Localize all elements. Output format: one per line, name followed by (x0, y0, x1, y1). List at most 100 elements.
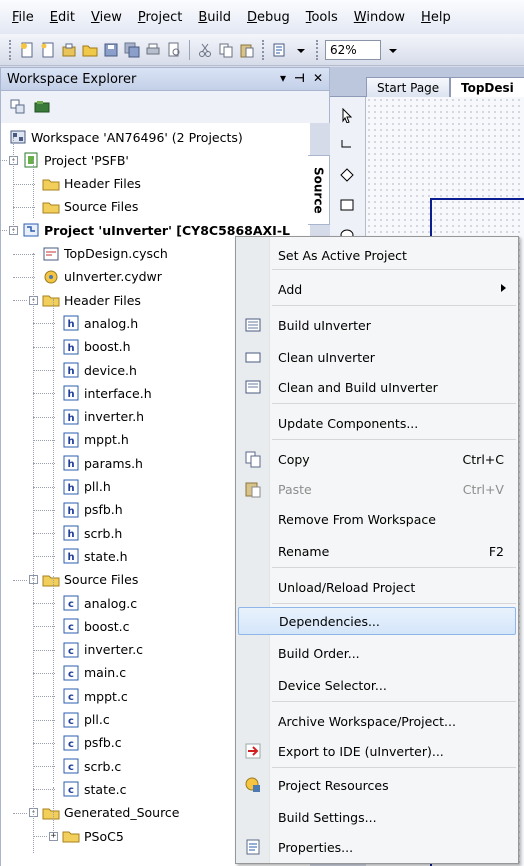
menu-unload-reload-project[interactable]: Unload/Reload Project (238, 573, 516, 601)
menu-clean-and-build[interactable]: Clean and Build uInverter (238, 373, 516, 401)
tree-header-files[interactable]: - Header Files (29, 290, 141, 310)
tree-source-file[interactable]: c boost.c (49, 616, 130, 636)
toolbar-grip-3[interactable] (316, 39, 319, 60)
menu-update-components[interactable]: Update Components... (238, 409, 516, 437)
zoom-dropdown-icon[interactable] (384, 41, 402, 59)
toolbar-grip-2[interactable] (262, 39, 265, 60)
c-icon: c (62, 688, 80, 704)
tree-project-psfb[interactable]: - Project 'PSFB' (9, 150, 129, 170)
menu-remove-from-workspace[interactable]: Remove From Workspace (238, 505, 516, 533)
pointer-tool-icon[interactable] (335, 103, 359, 127)
menu-help[interactable]: Help (413, 10, 459, 25)
menu-file[interactable]: File (4, 10, 42, 25)
save-icon[interactable] (102, 41, 120, 59)
tree-source-file[interactable]: c analog.c (49, 593, 137, 613)
menu-window[interactable]: Window (346, 10, 413, 25)
add-item-icon[interactable] (60, 41, 78, 59)
tree-header-file[interactable]: h interface.h (49, 383, 152, 403)
tree-source-file[interactable]: c main.c (49, 663, 126, 683)
new-file-icon[interactable] (39, 41, 57, 59)
tree-psoc5[interactable]: + PSoC5 (49, 826, 124, 846)
pin-icon[interactable]: ⊣ (294, 71, 305, 85)
tree-header-file[interactable]: h inverter.h (49, 407, 144, 427)
expander-icon[interactable]: + (49, 831, 58, 841)
collapse-all-icon[interactable] (9, 98, 27, 116)
tree-source-file[interactable]: c inverter.c (49, 640, 143, 660)
submenu-arrow-icon (501, 284, 506, 292)
rectangle-tool-icon[interactable] (335, 193, 359, 217)
tree-header-file[interactable]: h mppt.h (49, 430, 129, 450)
menu-debug[interactable]: Debug (239, 10, 298, 25)
menu-edit[interactable]: Edit (42, 10, 83, 25)
c-icon: c (62, 618, 80, 634)
tree-workspace[interactable]: Workspace 'AN76496' (2 Projects) (9, 127, 243, 147)
tree-source-file[interactable]: c psfb.c (49, 733, 122, 753)
menu-copy[interactable]: Copy Ctrl+C (238, 445, 516, 473)
zoom-combo[interactable]: 62% (325, 39, 381, 60)
menu-build-uinverter[interactable]: Build uInverter (238, 311, 516, 339)
tree-header-file[interactable]: h state.h (49, 546, 128, 566)
menu-project-resources[interactable]: Project Resources (238, 771, 516, 799)
menu-properties[interactable]: Properties... (238, 833, 516, 861)
menu-archive-workspace-project[interactable]: Archive Workspace/Project... (238, 707, 516, 735)
menu-clean-uinverter[interactable]: Clean uInverter (238, 343, 516, 371)
c-icon: c (62, 595, 80, 611)
cut-icon[interactable] (196, 41, 214, 59)
toolbar-grip[interactable] (9, 39, 12, 60)
project-context-menu: Set As Active Project Add Build uInverter C… (235, 236, 519, 864)
tree-topdesign[interactable]: TopDesign.cysch (29, 244, 168, 264)
menu-build-settings[interactable]: Build Settings... (238, 803, 516, 831)
tree-source-file[interactable]: c mppt.c (49, 686, 128, 706)
tree-header-file[interactable]: h pll.h (49, 477, 111, 497)
tree-header-file[interactable]: h psfb.h (49, 500, 123, 520)
tree-psfb-header-files[interactable]: Header Files (29, 174, 141, 194)
tree-source-file[interactable]: c state.c (49, 779, 127, 799)
h-icon: h (62, 548, 80, 564)
menu-paste[interactable]: Paste Ctrl+V (238, 475, 516, 503)
properties-icon (244, 838, 262, 856)
menu-bar: File Edit View Project Build Debug Tools… (0, 0, 524, 34)
tree-generated-source[interactable]: - Generated_Source (29, 803, 180, 823)
tab-topdesign[interactable]: TopDesi (450, 77, 524, 97)
show-files-icon[interactable] (33, 98, 51, 116)
select-tool-icon[interactable] (271, 41, 289, 59)
tab-start-page[interactable]: Start Page (366, 77, 451, 97)
print-preview-icon[interactable] (165, 41, 183, 59)
close-icon[interactable]: ✕ (313, 71, 323, 85)
panel-options-icon[interactable]: ▾ (280, 71, 286, 85)
menu-separator (272, 269, 516, 270)
menu-build-order[interactable]: Build Order... (238, 639, 516, 667)
open-folder-icon[interactable] (81, 41, 99, 59)
paste-icon[interactable] (238, 41, 256, 59)
copy-icon[interactable] (217, 41, 235, 59)
menu-tools[interactable]: Tools (298, 10, 346, 25)
menu-project[interactable]: Project (130, 10, 191, 25)
tree-header-file[interactable]: h params.h (49, 453, 143, 473)
tree-source-file[interactable]: c scrb.c (49, 756, 121, 776)
diamond-tool-icon[interactable] (335, 163, 359, 187)
menu-build[interactable]: Build (190, 10, 239, 25)
menu-export-to-ide[interactable]: Export to IDE (uInverter)... (238, 737, 516, 765)
menu-device-selector[interactable]: Device Selector... (238, 671, 516, 699)
new-project-icon[interactable] (18, 41, 36, 59)
menu-dependencies[interactable]: Dependencies... (238, 607, 516, 635)
tree-source-file[interactable]: c pll.c (49, 710, 110, 730)
tree-header-file[interactable]: h analog.h (49, 313, 138, 333)
svg-text:h: h (67, 413, 74, 424)
source-side-tab[interactable]: Source (308, 155, 330, 225)
tree-psfb-source-files[interactable]: Source Files (29, 197, 138, 217)
save-all-icon[interactable] (123, 41, 141, 59)
menu-set-as-active-project[interactable]: Set As Active Project (238, 241, 516, 269)
print-icon[interactable] (144, 41, 162, 59)
dropdown-arrow-icon[interactable] (292, 41, 310, 59)
wire-tool-icon[interactable] (335, 133, 359, 157)
tree-cydwr[interactable]: uInverter.cydwr (29, 267, 162, 287)
tree-header-file[interactable]: h scrb.h (49, 523, 122, 543)
menu-rename[interactable]: Rename F2 (238, 537, 516, 565)
tree-header-file[interactable]: h boost.h (49, 337, 131, 357)
menu-view[interactable]: View (83, 10, 130, 25)
tree-header-file[interactable]: h device.h (49, 360, 137, 380)
svg-text:c: c (68, 716, 74, 727)
tree-source-files[interactable]: - Source Files (29, 570, 138, 590)
menu-add[interactable]: Add (238, 275, 516, 303)
